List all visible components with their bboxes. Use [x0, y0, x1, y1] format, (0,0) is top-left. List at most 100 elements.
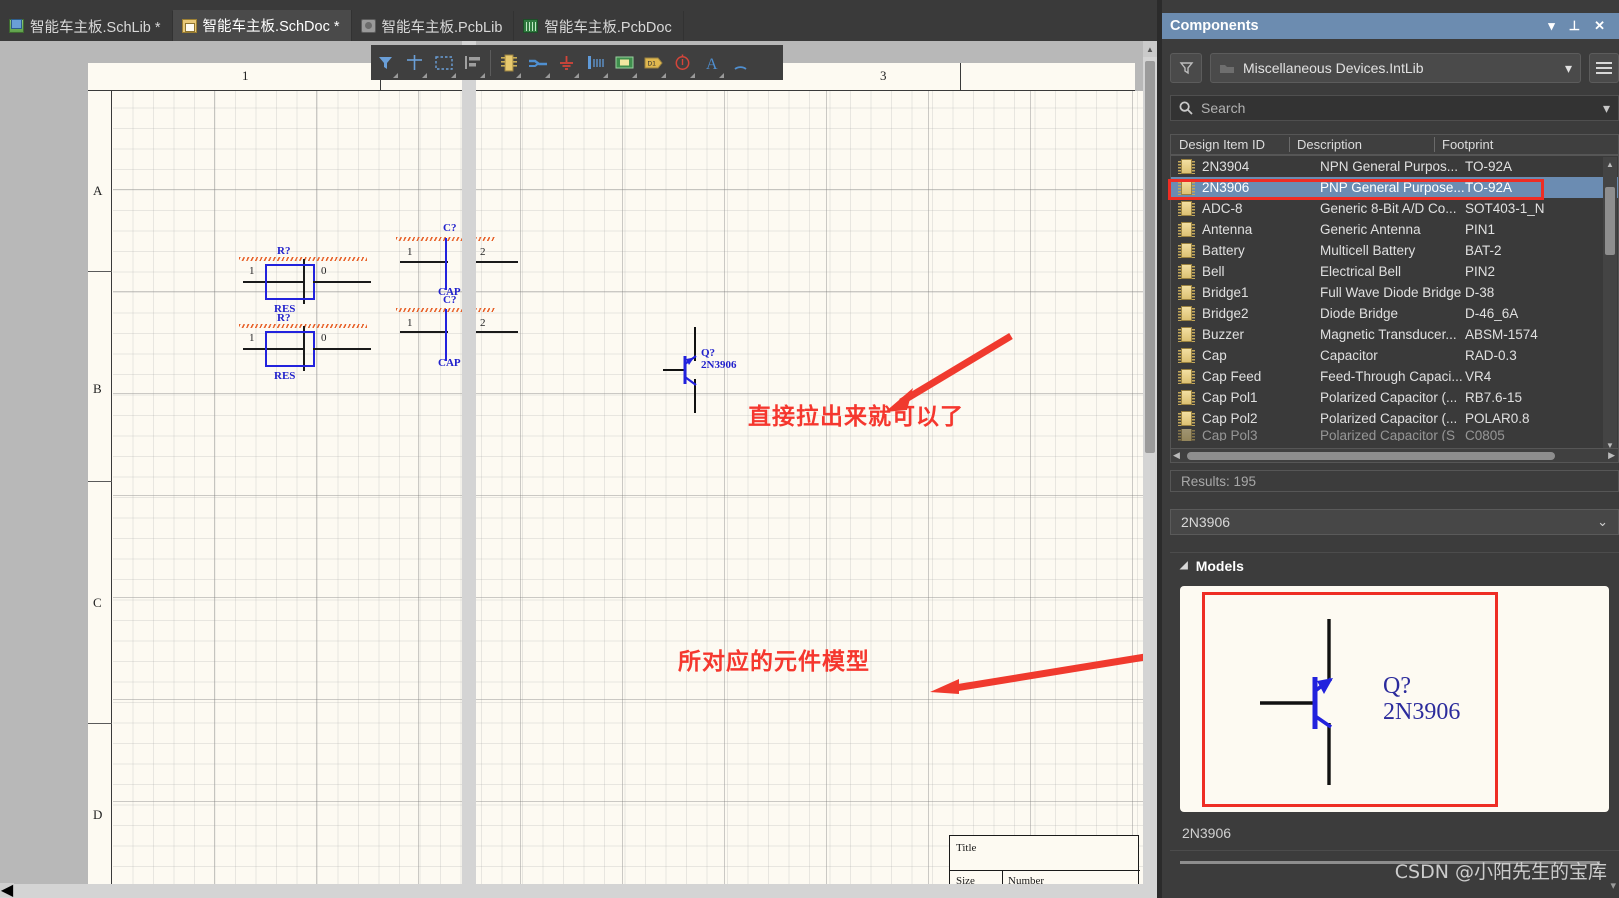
schematic-editor[interactable]: 1 2 3 A B C D R? RES 1 [0, 41, 1157, 898]
table-row[interactable]: Cap Feed Feed-Through Capaci... VR4 [1171, 366, 1618, 387]
panel-pin-icon[interactable]: ⊥ [1569, 18, 1580, 34]
place-gnd-icon[interactable] [552, 45, 581, 80]
library-selector-bar: Miscellaneous Devices.IntLib ▾ [1170, 52, 1619, 84]
component-icon [1178, 264, 1195, 279]
table-row-partial[interactable]: Cap Pol3 Polarized Capacitor (S C0805 [1171, 429, 1618, 441]
place-wire-icon[interactable] [523, 45, 552, 80]
value-label: 2N3906 [701, 359, 737, 371]
pin-number: 2 [480, 317, 486, 329]
list-horizontal-scrollbar[interactable]: ◀ ▶ [1170, 448, 1619, 463]
place-no-erc-icon[interactable] [668, 45, 697, 80]
tab-label: 智能车主板.PcbLib [381, 19, 503, 36]
panel-menu-caret[interactable]: ▾ [1548, 18, 1555, 34]
column-header-footprint[interactable]: Footprint [1434, 134, 1618, 155]
models-section-header[interactable]: ◢ Models [1170, 552, 1619, 578]
panel-title-label: Components [1170, 18, 1259, 34]
selected-component-label: 2N3906 [1181, 514, 1231, 530]
ruler-left-tick: A [93, 183, 103, 198]
column-header-description[interactable]: Description [1289, 134, 1434, 155]
altium-designer-window: 智能车主板.SchLib * 智能车主板.SchDoc * 智能车主板.PcbL… [0, 0, 1619, 898]
list-scroll-thumb[interactable] [1605, 187, 1615, 255]
place-part-icon[interactable] [494, 45, 523, 80]
table-row[interactable]: ADC-8 Generic 8-Bit A/D Co... SOT403-1_N [1171, 198, 1618, 219]
list-scroll-up-arrow[interactable]: ▲ [1603, 157, 1617, 171]
models-collapse-triangle-icon[interactable]: ◢ [1180, 560, 1188, 571]
chevron-down-icon[interactable]: ▾ [1565, 60, 1572, 77]
designator-label: C? [443, 294, 457, 306]
ruler-top-tick: 1 [242, 68, 249, 83]
table-row[interactable]: 2N3904 NPN General Purpos... TO-92A [1171, 156, 1618, 177]
svg-text:A: A [706, 56, 718, 71]
table-row[interactable]: Antenna Generic Antenna PIN1 [1171, 219, 1618, 240]
ruler-left: A B C D [88, 91, 112, 898]
table-row[interactable]: Battery Multicell Battery BAT-2 [1171, 240, 1618, 261]
editor-vertical-scrollbar-left[interactable] [462, 41, 476, 898]
search-chevron-down-icon[interactable]: ▾ [1603, 100, 1610, 117]
pin-number: 0 [321, 265, 327, 277]
ruler-left-tick: C [93, 595, 102, 610]
scroll-up-arrow[interactable]: ▲ [1143, 41, 1157, 57]
place-net-label-icon[interactable]: D1 [639, 45, 668, 80]
table-row[interactable]: Buzzer Magnetic Transducer... ABSM-1574 [1171, 324, 1618, 345]
panel-close-icon[interactable]: ✕ [1594, 18, 1605, 34]
title-label: Title [956, 842, 977, 854]
panel-scroll-down-arrow[interactable]: ▾ [1610, 879, 1616, 892]
search-input[interactable]: Search [1201, 100, 1245, 116]
table-row[interactable]: Cap Capacitor RAD-0.3 [1171, 345, 1618, 366]
toolbar-separator [490, 49, 491, 76]
tab-schlib[interactable]: 智能车主板.SchLib * [0, 11, 173, 41]
selection-rect-icon[interactable] [429, 45, 458, 80]
tab-pcblib[interactable]: 智能车主板.PcbLib [352, 11, 515, 41]
schematic-canvas[interactable]: R? RES 1 0 R? RES 1 0 C? CAP 1 2 C? CAP … [113, 91, 1157, 898]
ruler-left-tick: B [93, 381, 102, 396]
table-row[interactable]: Cap Pol2 Polarized Capacitor (... POLAR0.8 [1171, 408, 1618, 429]
annotation-text-2: 所对应的元件模型 [678, 649, 870, 675]
place-sheet-symbol-icon[interactable] [610, 45, 639, 80]
selected-component-header[interactable]: 2N3906 ⌄ [1170, 509, 1619, 535]
filter-icon [1179, 61, 1193, 74]
component-icon [1178, 348, 1195, 363]
pin-number: 1 [249, 332, 255, 344]
place-text-icon[interactable]: A [697, 45, 726, 80]
components-table-header: Design Item ID Description Footprint [1170, 134, 1619, 155]
scroll-left-arrow[interactable]: ◀ [0, 882, 14, 898]
designator-label: R? [277, 245, 291, 257]
library-select-value: Miscellaneous Devices.IntLib [1243, 60, 1424, 76]
pin-number: 0 [321, 332, 327, 344]
editor-horizontal-scrollbar[interactable]: ◀ [0, 882, 1143, 898]
collapse-chevron-icon[interactable]: ⌄ [1597, 514, 1608, 530]
place-bus-icon[interactable] [581, 45, 610, 80]
editor-vertical-scrollbar[interactable]: ▲ [1143, 41, 1157, 898]
library-menu-button[interactable] [1589, 53, 1619, 83]
svg-text:D1: D1 [647, 60, 656, 67]
component-icon [1178, 285, 1195, 300]
component-icon [1178, 429, 1195, 441]
table-row[interactable]: Bell Electrical Bell PIN2 [1171, 261, 1618, 282]
model-preview-pane[interactable]: Q? 2N3906 [1180, 586, 1609, 812]
pin-number: 1 [249, 265, 255, 277]
tab-pcbdoc[interactable]: 智能车主板.PcbDoc [514, 11, 684, 41]
tab-schdoc[interactable]: 智能车主板.SchDoc * [172, 10, 352, 41]
filter-icon[interactable] [371, 45, 400, 80]
components-table[interactable]: 2N3904 NPN General Purpos... TO-92A 2N3906… [1170, 155, 1619, 454]
column-header-design-item-id[interactable]: Design Item ID [1171, 134, 1289, 155]
table-row[interactable]: Bridge1 Full Wave Diode Bridge D-38 [1171, 282, 1618, 303]
list-vertical-scrollbar[interactable]: ▲ ▼ [1603, 157, 1617, 452]
crosshair-place-icon[interactable] [400, 45, 429, 80]
scroll-thumb[interactable] [1145, 61, 1155, 453]
table-row[interactable]: Bridge2 Diode Bridge D-46_6A [1171, 303, 1618, 324]
value-label: CAP [438, 357, 461, 369]
list-scroll-right-arrow[interactable]: ▶ [1608, 450, 1615, 461]
schematic-toolbar[interactable]: D1 A [371, 45, 783, 80]
list-hscroll-thumb[interactable] [1187, 452, 1555, 460]
align-icon[interactable] [458, 45, 487, 80]
table-row[interactable]: Cap Pol1 Polarized Capacitor (... RB7.6-15 [1171, 387, 1618, 408]
library-select[interactable]: Miscellaneous Devices.IntLib ▾ [1210, 53, 1581, 83]
place-arc-icon[interactable] [726, 45, 755, 80]
list-scroll-left-arrow[interactable]: ◀ [1173, 450, 1180, 461]
library-filter-button[interactable] [1170, 53, 1202, 83]
tab-label: 智能车主板.PcbDoc [544, 19, 672, 36]
hamburger-icon [1596, 62, 1612, 64]
table-row-selected[interactable]: 2N3906 PNP General Purpose... TO-92A [1171, 177, 1618, 198]
search-bar[interactable]: Search ▾ [1170, 95, 1619, 121]
